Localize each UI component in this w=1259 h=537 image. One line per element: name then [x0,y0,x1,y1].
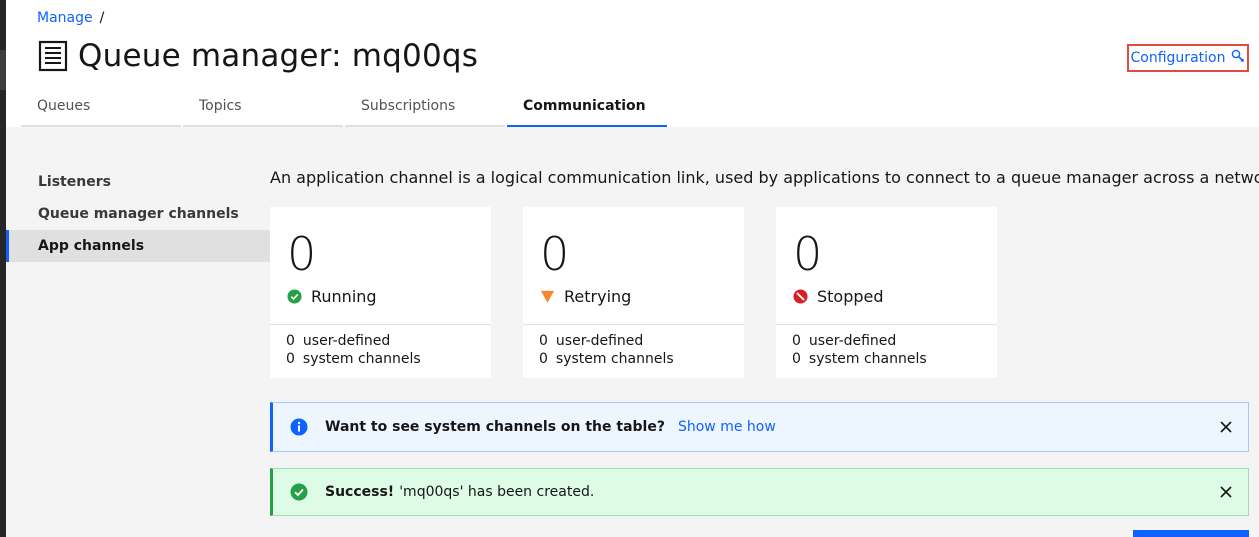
side-navigation: Listeners Queue manager channels App cha… [6,166,270,262]
stopped-system-channels: 0 system channels [792,351,927,367]
info-notification-title: Want to see system channels on the table… [325,419,665,435]
sidenav-item-queue-manager-channels[interactable]: Queue manager channels [6,198,270,230]
sidenav-item-listeners[interactable]: Listeners [6,166,270,198]
retrying-status-label: Retrying [564,287,632,306]
stopped-status-label: Stopped [817,287,884,306]
tab-topics[interactable]: Topics [183,90,343,127]
title-row: Queue manager: mq00qs [38,38,478,74]
info-notification: Want to see system channels on the table… [270,402,1249,452]
breadcrumb-separator: / [99,10,105,26]
success-notification: Success! 'mq00qs' has been created. [270,468,1249,516]
running-tile: 0 Running 0 user-defined 0 system channels [270,207,491,378]
tab-queues[interactable]: Queues [21,90,181,127]
page-header: Manage / Queue manager: mq00qs Configurat… [6,0,1259,127]
tab-subscriptions[interactable]: Subscriptions [345,90,505,127]
section-description: An application channel is a logical comm… [270,168,1259,187]
tile-divider [270,324,491,325]
breadcrumb: Manage / [37,10,104,26]
tab-communication[interactable]: Communication [507,90,667,127]
sidenav-item-app-channels[interactable]: App channels [6,230,270,262]
configuration-link[interactable]: Configuration [1127,44,1249,72]
retrying-count: 0 [540,227,570,281]
info-icon [289,417,309,437]
success-notification-title: Success! [325,484,395,500]
breadcrumb-manage-link[interactable]: Manage [37,10,93,26]
show-me-how-link[interactable]: Show me how [678,419,776,435]
close-icon[interactable] [1218,484,1234,500]
blocked-icon [793,289,808,304]
running-status-label: Running [311,287,377,306]
running-system-channels: 0 system channels [286,351,421,367]
retrying-system-channels: 0 system channels [539,351,674,367]
warning-triangle-icon [540,289,555,304]
stopped-status: Stopped [793,287,884,306]
running-user-defined: 0 user-defined [286,333,391,349]
tile-divider [523,324,744,325]
stopped-count: 0 [793,227,823,281]
retrying-tile: 0 Retrying 0 user-defined 0 system channel… [523,207,744,378]
close-icon[interactable] [1218,419,1234,435]
page-title: Queue manager: mq00qs [78,38,479,74]
wrench-icon [1231,49,1245,67]
checkmark-filled-icon [287,289,302,304]
stopped-user-defined: 0 user-defined [792,333,897,349]
retrying-status: Retrying [540,287,631,306]
checkmark-filled-icon [289,482,309,502]
stopped-tile: 0 Stopped 0 user-defined 0 system channels [776,207,997,378]
tile-divider [776,324,997,325]
success-notification-message: 'mq00qs' has been created. [399,484,595,500]
tab-list: Queues Topics Subscriptions Communicatio… [21,90,669,127]
tab-content: Listeners Queue manager channels App cha… [6,127,1259,537]
running-status: Running [287,287,377,306]
running-count: 0 [287,227,317,281]
document-icon [38,40,68,72]
retrying-user-defined: 0 user-defined [539,333,644,349]
configuration-link-label: Configuration [1130,50,1226,66]
primary-action-button[interactable] [1133,530,1249,537]
